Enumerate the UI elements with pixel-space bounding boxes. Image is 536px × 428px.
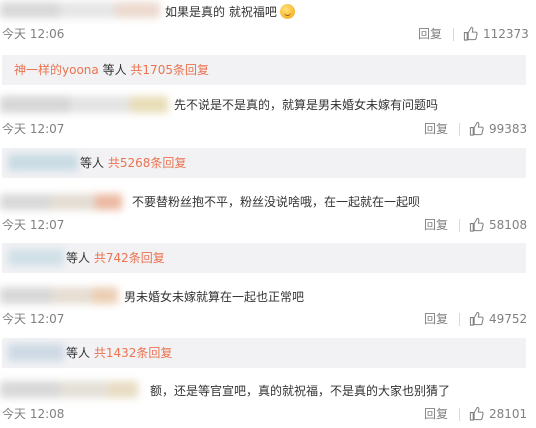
sub-replies-bar[interactable]: 等人 共1432条回复 xyxy=(2,338,526,368)
divider xyxy=(459,313,460,326)
reply-button[interactable]: 回复 xyxy=(424,218,448,232)
thumbs-up-icon xyxy=(469,217,484,232)
thumbs-up-icon xyxy=(463,26,478,41)
comment-text: 额，还是等官宣吧，真的就祝福，不是真的大家也别猜了 xyxy=(150,384,451,398)
like-count: 99383 xyxy=(489,121,528,136)
blurred-avatar-username xyxy=(0,287,118,304)
comment-time: 今天 12:07 xyxy=(2,122,65,136)
divider xyxy=(459,219,460,232)
blurred-avatar-username xyxy=(0,194,122,210)
blurred-avatar-username xyxy=(0,381,138,398)
sub-reply-user[interactable]: 神一样的yoona xyxy=(14,63,99,77)
sub-reply-mid: 等人 xyxy=(80,156,105,170)
blurred-avatar-username xyxy=(0,2,160,18)
like-button[interactable]: 112373 xyxy=(463,26,529,41)
divider xyxy=(453,28,454,41)
sub-reply-count-link[interactable]: 共1705条回复 xyxy=(130,63,209,77)
like-count: 58108 xyxy=(489,217,528,232)
reply-button[interactable]: 回复 xyxy=(424,407,448,421)
blurred-sub-username xyxy=(8,154,78,171)
comment-list: 如果是真的 就祝福吧 今天 12:06 回复 112373 神一样的yoona … xyxy=(0,0,536,428)
reply-button[interactable]: 回复 xyxy=(418,27,442,41)
like-count: 112373 xyxy=(483,26,529,41)
comment-text: 男未婚女未嫁就算在一起也正常吧 xyxy=(124,290,305,304)
comment-time: 今天 12:06 xyxy=(2,27,65,41)
sub-reply-mid: 等人 xyxy=(102,63,127,77)
comment-text: 不要替粉丝抱不平，粉丝没说啥哦，在一起就在一起呗 xyxy=(132,195,421,209)
reply-button[interactable]: 回复 xyxy=(424,122,448,136)
blurred-sub-username xyxy=(8,249,64,266)
thumbs-up-icon xyxy=(469,406,484,421)
sub-replies-bar[interactable]: 等人 共742条回复 xyxy=(2,243,526,273)
like-button[interactable]: 58108 xyxy=(469,217,527,232)
sub-replies-bar[interactable]: 神一样的yoona 等人 共1705条回复 xyxy=(2,55,526,85)
reply-button[interactable]: 回复 xyxy=(424,312,448,326)
sub-reply-count-link[interactable]: 共1432条回复 xyxy=(94,346,173,360)
like-button[interactable]: 49752 xyxy=(469,311,527,326)
like-count: 28101 xyxy=(489,406,528,421)
sub-reply-mid: 等人 xyxy=(66,346,91,360)
sub-reply-count-link[interactable]: 共5268条回复 xyxy=(108,156,187,170)
like-button[interactable]: 99383 xyxy=(469,121,527,136)
like-count: 49752 xyxy=(489,311,528,326)
divider xyxy=(459,408,460,421)
divider xyxy=(459,123,460,136)
comment-time: 今天 12:08 xyxy=(2,407,65,421)
thumbs-up-icon xyxy=(469,121,484,136)
smiling-face-emoji-icon xyxy=(279,4,295,19)
like-button[interactable]: 28101 xyxy=(469,406,527,421)
comment-text: 如果是真的 就祝福吧 xyxy=(165,4,295,19)
sub-reply-count-link[interactable]: 共742条回复 xyxy=(94,251,165,265)
comment-time: 今天 12:07 xyxy=(2,218,65,232)
sub-replies-bar[interactable]: 等人 共5268条回复 xyxy=(2,148,526,178)
blurred-sub-username xyxy=(8,344,64,361)
comment-time: 今天 12:07 xyxy=(2,312,65,326)
thumbs-up-icon xyxy=(469,311,484,326)
blurred-avatar-username xyxy=(0,96,168,113)
comment-text: 先不说是不是真的，就算是男未婚女未嫁有问题吗 xyxy=(174,98,439,112)
sub-reply-mid: 等人 xyxy=(66,251,91,265)
